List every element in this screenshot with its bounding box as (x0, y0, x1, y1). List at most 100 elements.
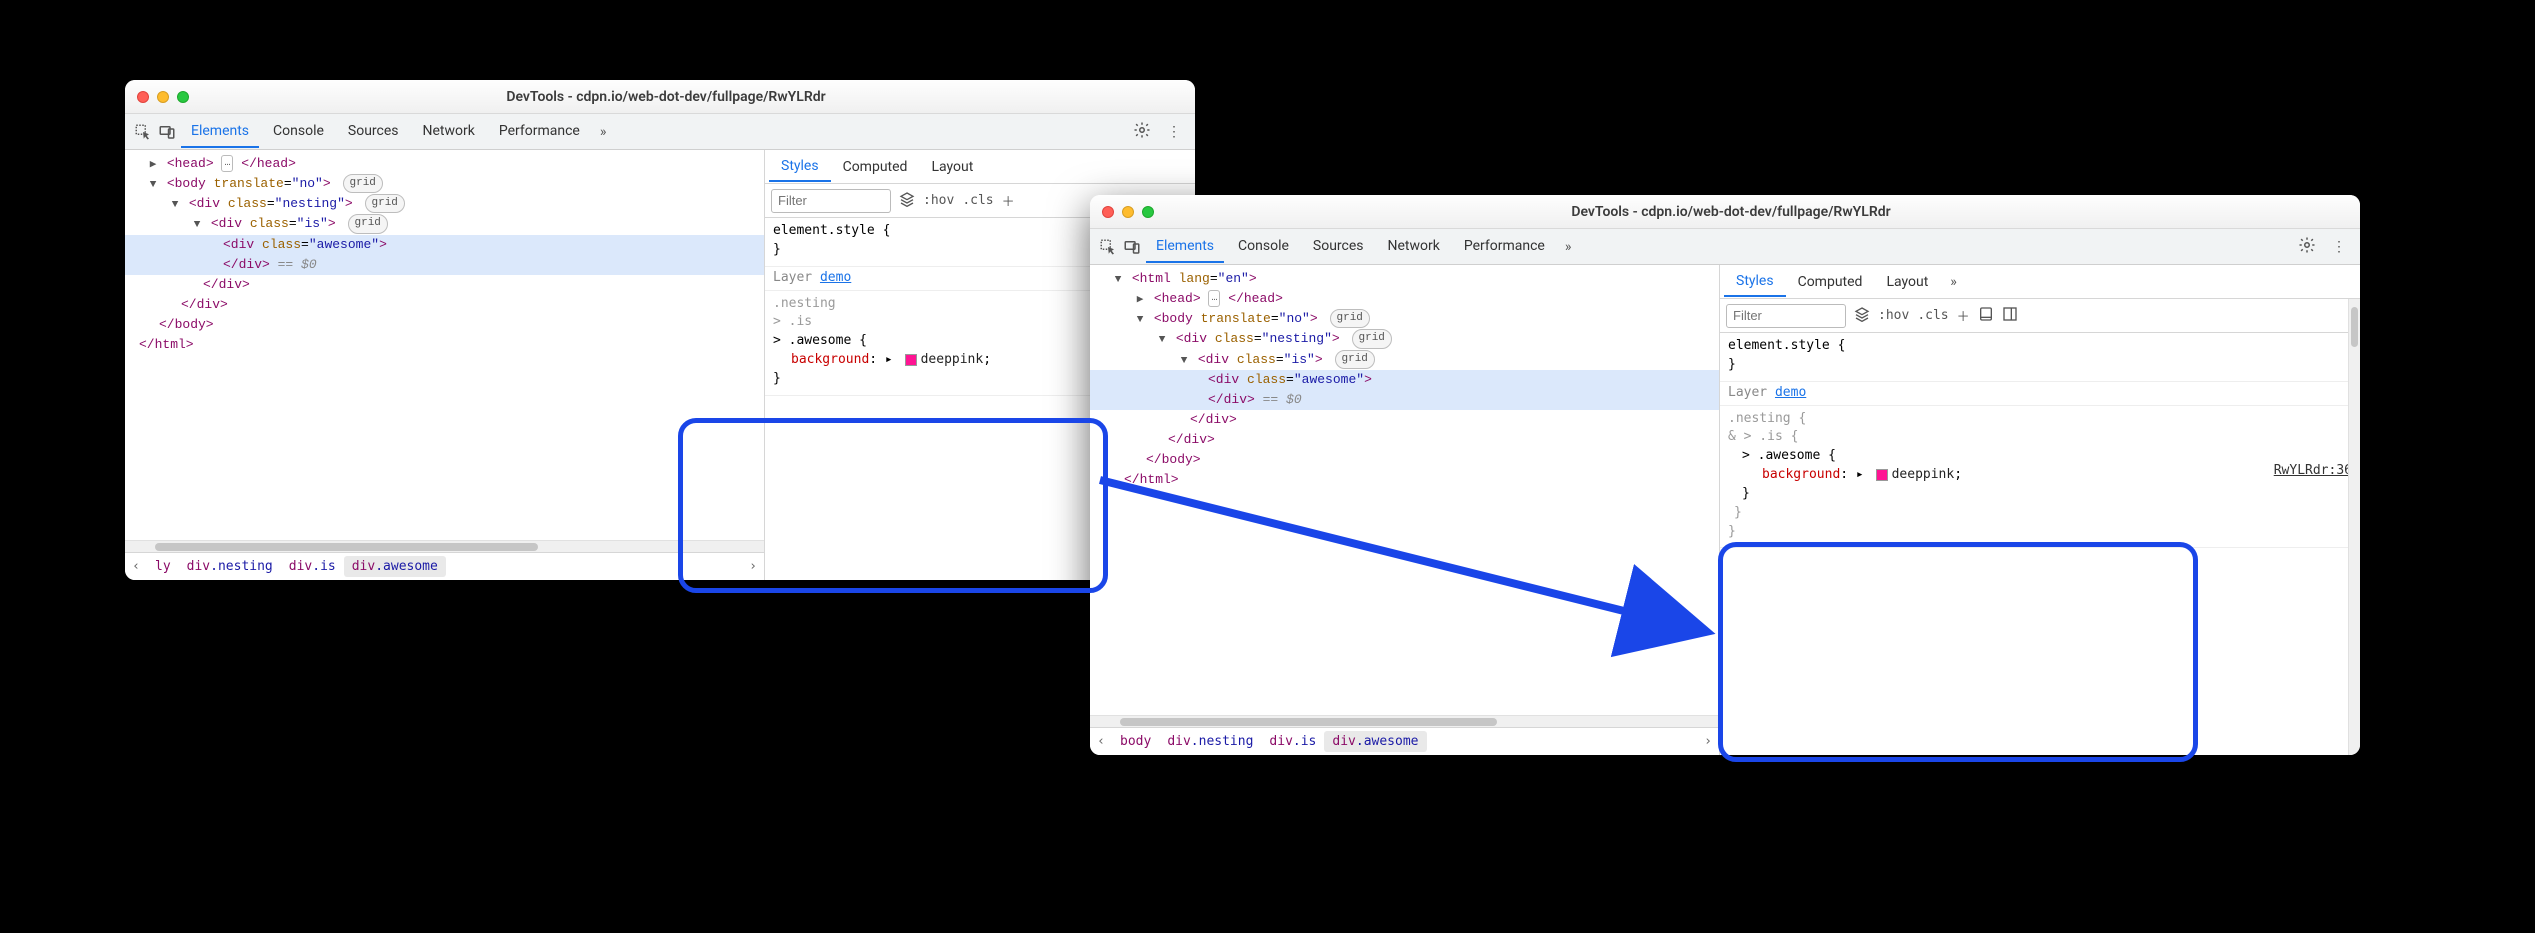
close-window-icon[interactable] (1102, 206, 1114, 218)
cls-toggle[interactable]: .cls (962, 193, 993, 208)
tree-row-awesome-open[interactable]: <div class="awesome"> (125, 235, 764, 255)
disclosure-down-icon[interactable]: ▼ (169, 197, 181, 214)
subtab-layout[interactable]: Layout (1874, 267, 1940, 296)
disclosure-down-icon[interactable]: ▼ (1156, 332, 1168, 349)
tab-sources[interactable]: Sources (338, 115, 409, 148)
subtab-layout[interactable]: Layout (919, 152, 985, 181)
breadcrumb-prev-icon[interactable]: ‹ (125, 559, 147, 574)
css-property-background[interactable]: background: ▸ deeppink; (1728, 466, 2352, 485)
subtab-computed[interactable]: Computed (831, 152, 920, 181)
new-rule-icon[interactable]: ＋ (1002, 191, 1015, 210)
new-rule-icon[interactable]: ＋ (1957, 306, 1970, 325)
tree-row-html-open[interactable]: ▼ <html lang="en"> (1090, 269, 1719, 289)
tab-network[interactable]: Network (413, 115, 485, 148)
cls-toggle[interactable]: .cls (1917, 308, 1948, 323)
tree-row-html-close[interactable]: </html> (1090, 470, 1719, 490)
more-tabs-icon[interactable]: » (594, 124, 613, 140)
tree-row-nesting-close[interactable]: </div> (125, 295, 764, 315)
crumb-nesting[interactable]: div.nesting (1159, 731, 1261, 752)
dom-tree[interactable]: ▼ <html lang="en"> ▶ <head> … </head> ▼ … (1090, 265, 1719, 715)
tree-row-is-close[interactable]: </div> (1090, 410, 1719, 430)
tab-network[interactable]: Network (1378, 230, 1450, 263)
tree-row-is-close[interactable]: </div> (125, 275, 764, 295)
tab-performance[interactable]: Performance (1454, 230, 1555, 263)
tree-row-is-open[interactable]: ▼ <div class="is"> grid (1090, 350, 1719, 370)
grid-badge[interactable]: grid (365, 194, 405, 213)
styles-filter-input[interactable] (771, 189, 891, 213)
tree-row-awesome-open[interactable]: <div class="awesome"> (1090, 370, 1719, 390)
device-toolbar-icon[interactable] (1122, 237, 1142, 257)
subtab-computed[interactable]: Computed (1786, 267, 1875, 296)
disclosure-right-icon[interactable]: ▶ (1134, 292, 1146, 309)
grid-badge[interactable]: grid (1335, 350, 1375, 369)
crumb-body[interactable]: ly (147, 556, 179, 577)
layer-link[interactable]: demo (1775, 385, 1806, 400)
tree-row-awesome-close[interactable]: </div> == $0 (125, 255, 764, 275)
tab-elements[interactable]: Elements (181, 115, 259, 148)
layer-link[interactable]: demo (820, 270, 851, 285)
disclosure-down-icon[interactable]: ▼ (191, 217, 203, 234)
ellipsis-icon[interactable]: … (1208, 290, 1220, 308)
crumb-is[interactable]: div.is (281, 556, 344, 577)
grid-badge[interactable]: grid (1330, 309, 1370, 328)
styles-filter-input[interactable] (1726, 304, 1846, 328)
tree-row-nesting-open[interactable]: ▼ <div class="nesting"> grid (1090, 329, 1719, 349)
ellipsis-icon[interactable]: … (221, 155, 233, 173)
settings-icon[interactable] (2292, 236, 2322, 258)
element-style-rule[interactable]: element.style { } (1720, 333, 2360, 382)
tree-row-head[interactable]: ▶ <head> … </head> (1090, 289, 1719, 309)
styles-rules[interactable]: element.style { } Layer demo RwYLRdr:36 … (1720, 333, 2360, 755)
more-tabs-icon[interactable]: » (1559, 239, 1578, 255)
tab-elements[interactable]: Elements (1146, 230, 1224, 263)
color-swatch-icon[interactable] (1876, 469, 1888, 481)
kebab-menu-icon[interactable]: ⋮ (1161, 124, 1187, 140)
layers-icon[interactable] (899, 191, 915, 211)
breadcrumb-next-icon[interactable]: › (1697, 734, 1719, 749)
color-swatch-icon[interactable] (905, 354, 917, 366)
panel-layout-icon[interactable] (2002, 306, 2018, 326)
tab-console[interactable]: Console (1228, 230, 1299, 263)
crumb-nesting[interactable]: div.nesting (179, 556, 281, 577)
disclosure-down-icon[interactable]: ▼ (1178, 353, 1190, 370)
source-link[interactable]: RwYLRdr:36 (2274, 462, 2352, 481)
disclosure-down-icon[interactable]: ▼ (147, 177, 159, 194)
layers-icon[interactable] (1854, 306, 1870, 326)
grid-badge[interactable]: grid (343, 174, 383, 193)
grid-badge[interactable]: grid (348, 214, 388, 233)
breadcrumb-prev-icon[interactable]: ‹ (1090, 734, 1112, 749)
tree-row-body-open[interactable]: ▼ <body translate="no"> grid (125, 174, 764, 194)
inspect-element-icon[interactable] (1098, 237, 1118, 257)
tree-row-html-close[interactable]: </html> (125, 335, 764, 355)
close-window-icon[interactable] (137, 91, 149, 103)
settings-icon[interactable] (1127, 121, 1157, 143)
subtab-styles[interactable]: Styles (1724, 266, 1786, 297)
tree-row-awesome-close[interactable]: </div> == $0 (1090, 390, 1719, 410)
tree-row-head[interactable]: ▶ <head> … </head> (125, 154, 764, 174)
crumb-awesome[interactable]: div.awesome (1324, 731, 1426, 752)
css-rule-nested[interactable]: RwYLRdr:36 .nesting { & > .is { > .aweso… (1720, 406, 2360, 549)
horizontal-scrollbar[interactable] (1090, 715, 1719, 727)
disclosure-down-icon[interactable]: ▼ (1112, 272, 1124, 289)
crumb-body[interactable]: body (1112, 731, 1159, 752)
tab-sources[interactable]: Sources (1303, 230, 1374, 263)
crumb-is[interactable]: div.is (1261, 731, 1324, 752)
tree-row-body-close[interactable]: </body> (1090, 450, 1719, 470)
inspect-element-icon[interactable] (133, 122, 153, 142)
tree-row-body-close[interactable]: </body> (125, 315, 764, 335)
tree-row-nesting-open[interactable]: ▼ <div class="nesting"> grid (125, 194, 764, 214)
device-icon[interactable] (1978, 306, 1994, 326)
tab-performance[interactable]: Performance (489, 115, 590, 148)
breadcrumb-next-icon[interactable]: › (742, 559, 764, 574)
disclosure-down-icon[interactable]: ▼ (1134, 312, 1146, 329)
kebab-menu-icon[interactable]: ⋮ (2326, 239, 2352, 255)
device-toolbar-icon[interactable] (157, 122, 177, 142)
more-subtabs-icon[interactable]: » (1944, 274, 1963, 290)
tab-console[interactable]: Console (263, 115, 334, 148)
tree-row-body-open[interactable]: ▼ <body translate="no"> grid (1090, 309, 1719, 329)
vertical-scrollbar[interactable] (2348, 299, 2360, 755)
grid-badge[interactable]: grid (1352, 329, 1392, 348)
hov-toggle[interactable]: :hov (923, 193, 954, 208)
hov-toggle[interactable]: :hov (1878, 308, 1909, 323)
crumb-awesome[interactable]: div.awesome (344, 556, 446, 577)
dom-tree[interactable]: ▶ <head> … </head> ▼ <body translate="no… (125, 150, 764, 540)
